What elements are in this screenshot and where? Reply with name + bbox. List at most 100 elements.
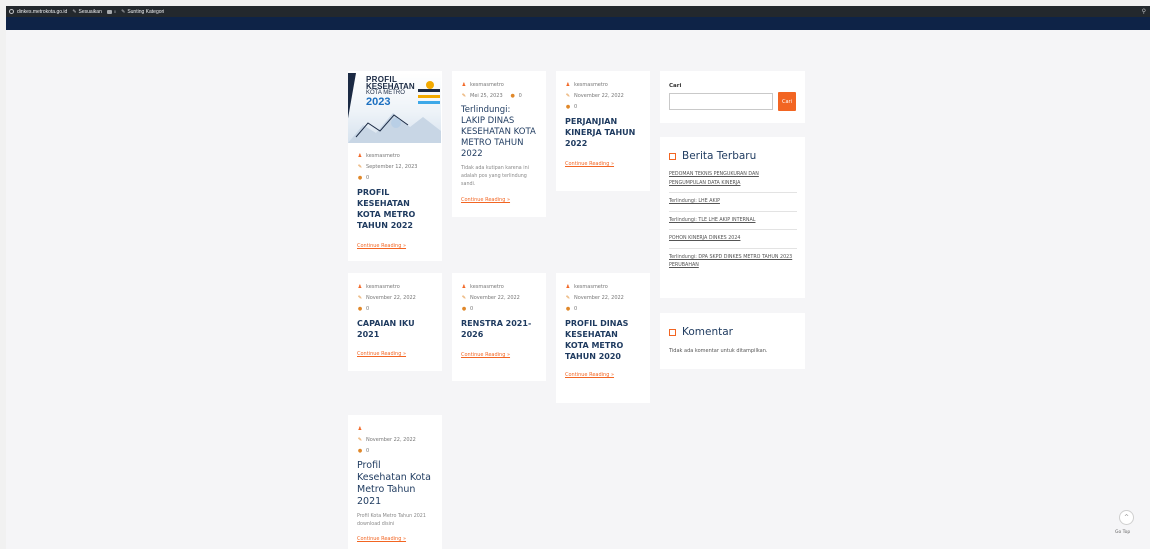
recent-post-link[interactable]: POHON KINERJA DINKES 2024: [669, 235, 797, 244]
continue-reading-link[interactable]: Continue Reading »: [357, 243, 433, 249]
post-title[interactable]: PERJANJIAN KINERJA TAHUN 2022: [565, 116, 641, 149]
divider: [669, 247, 797, 249]
chevron-up-icon: ^: [1123, 514, 1130, 521]
pencil-icon: ✎: [565, 93, 571, 99]
pencil-icon: ✎: [565, 295, 571, 301]
comment-count[interactable]: 0: [366, 304, 369, 315]
post-date: ✎ November 22, 2022: [357, 293, 433, 304]
post-card: ♟ kesmasmetro ✎ November 22, 2022 ● 0 CAPAI…: [348, 273, 442, 371]
continue-reading-link[interactable]: Continue Reading »: [357, 536, 433, 542]
user-icon: ♟: [461, 82, 467, 88]
search-widget: Cari Cari: [660, 71, 805, 123]
author-name[interactable]: kesmasmetro: [366, 282, 400, 293]
author-name[interactable]: kesmasmetro: [366, 151, 400, 162]
admin-customize-link[interactable]: ✎ Sesuaikan: [72, 9, 102, 15]
post-comments: ● 0: [565, 304, 641, 315]
admin-site-link[interactable]: dinkes.metrokota.go.id: [9, 9, 67, 15]
search-input[interactable]: [669, 93, 773, 110]
recent-post-link[interactable]: Terlindungi: TLE LHE AKIP INTERNAL: [669, 217, 797, 226]
post-author: ♟ kesmasmetro: [565, 282, 641, 293]
comment-icon: ●: [357, 448, 363, 454]
user-icon: ♟: [357, 426, 363, 432]
continue-reading-link[interactable]: Continue Reading »: [357, 351, 433, 357]
comment-count[interactable]: 0: [574, 304, 577, 315]
post-author: ♟ kesmasmetro: [461, 80, 537, 91]
post-author: ♟ kesmasmetro: [357, 282, 433, 293]
post-card: ♟ kesmasmetro ✎ November 22, 2022 ● 0 PROFI…: [556, 273, 650, 403]
search-button[interactable]: Cari: [778, 92, 796, 111]
comment-count[interactable]: 0: [366, 446, 369, 457]
post-card: ♟ kesmasmetro ✎ Mei 25, 2023 ● 0 Terlindung…: [452, 71, 546, 217]
post-date: ✎ November 22, 2022: [565, 293, 641, 304]
post-author: ♟ kesmasmetro: [461, 282, 537, 293]
site-header-bar: [6, 17, 1150, 30]
continue-reading-link[interactable]: Continue Reading »: [565, 372, 641, 378]
date-text[interactable]: November 22, 2022: [366, 435, 416, 446]
recent-posts-title: Berita Terbaru: [682, 150, 757, 162]
comment-icon: ●: [461, 306, 467, 312]
comment-count[interactable]: 0: [470, 304, 473, 315]
post-title[interactable]: RENSTRA 2021-2026: [461, 318, 537, 340]
post-card: ♟ kesmasmetro ✎ November 22, 2022 ● 0 RENST…: [452, 273, 546, 381]
comment-bubble-icon: [106, 9, 112, 14]
continue-reading-link[interactable]: Continue Reading »: [565, 161, 641, 167]
recent-post-link[interactable]: Terlindungi: DPA SKPD DINKES METRO TAHUN…: [669, 254, 797, 271]
author-name[interactable]: kesmasmetro: [574, 80, 608, 91]
search-label: Cari: [669, 83, 682, 89]
search-icon[interactable]: ⚲: [1142, 8, 1146, 15]
comment-icon: ●: [510, 93, 515, 99]
post-thumbnail[interactable]: PROFIL KESEHATAN KOTA METRO 2023: [348, 73, 441, 143]
square-bullet-icon: [669, 152, 676, 160]
post-excerpt: Profil Kota Metro Tahun 2021 download di…: [357, 514, 426, 527]
post-comments: ● 0: [357, 173, 433, 184]
widget-heading: Komentar: [669, 326, 733, 338]
comment-count[interactable]: 0: [366, 173, 369, 184]
date-text[interactable]: Mei 25, 2023: [470, 91, 503, 102]
post-author: ♟ kesmasmetro: [357, 151, 433, 162]
user-icon: ♟: [357, 153, 363, 159]
date-text[interactable]: November 22, 2022: [574, 91, 624, 102]
post-author: ♟: [357, 424, 433, 435]
go-top-button[interactable]: ^: [1119, 510, 1134, 525]
widget-heading: Berita Terbaru: [669, 150, 756, 162]
recent-post-link[interactable]: PEDOMAN TEKNIS PENGUKURAN DAN PENGUMPULA…: [669, 171, 797, 188]
post-title[interactable]: CAPAIAN IKU 2021: [357, 318, 433, 340]
post-card: ♟ ✎ November 22, 2022 ● 0 Profil Kesehatan…: [348, 415, 442, 549]
home-icon: [9, 9, 14, 14]
admin-comments-count: 0: [113, 9, 117, 14]
post-date: ✎ September 12, 2023: [357, 162, 433, 173]
pencil-icon: ✎: [121, 8, 126, 15]
comment-count[interactable]: 0: [574, 102, 577, 113]
post-title[interactable]: PROFIL DINAS KESEHATAN KOTA METRO TAHUN …: [565, 318, 641, 362]
recent-post-link[interactable]: Terlindungi: LHE AKIP: [669, 198, 797, 207]
go-top-label: Go Top: [1115, 530, 1131, 535]
divider: [669, 229, 797, 230]
post-title[interactable]: Terlindungi: LAKIP DINAS KESEHATAN KOTA …: [461, 105, 537, 160]
admin-bar: dinkes.metrokota.go.id ✎ Sesuaikan 0 ✎ S…: [6, 6, 1150, 17]
post-date: ✎ November 22, 2022: [357, 435, 433, 446]
continue-reading-link[interactable]: Continue Reading »: [461, 352, 537, 358]
user-icon: ♟: [565, 284, 571, 290]
continue-reading-link[interactable]: Continue Reading »: [461, 197, 537, 203]
date-text[interactable]: November 22, 2022: [366, 293, 416, 304]
author-name[interactable]: kesmasmetro: [470, 282, 504, 293]
date-text[interactable]: November 22, 2022: [470, 293, 520, 304]
post-date: ✎ Mei 25, 2023: [461, 91, 503, 102]
post-title[interactable]: PROFIL KESEHATAN KOTA METRO TAHUN 2022: [357, 187, 433, 231]
date-text[interactable]: September 12, 2023: [366, 162, 418, 173]
comment-count[interactable]: 0: [519, 91, 522, 102]
pencil-icon: ✎: [357, 437, 363, 443]
pencil-icon: ✎: [461, 295, 467, 301]
recent-posts-widget: Berita Terbaru PEDOMAN TEKNIS PENGUKURAN…: [660, 137, 805, 298]
admin-comments-link[interactable]: 0: [106, 9, 117, 14]
post-title[interactable]: Profil Kesehatan Kota Metro Tahun 2021: [357, 460, 433, 508]
user-icon: ♟: [357, 284, 363, 290]
author-name[interactable]: kesmasmetro: [574, 282, 608, 293]
comments-widget: Komentar Tidak ada komentar untuk ditamp…: [660, 313, 805, 369]
date-text[interactable]: November 22, 2022: [574, 293, 624, 304]
comment-icon: ●: [565, 306, 571, 312]
author-name[interactable]: kesmasmetro: [470, 80, 504, 91]
comment-icon: ●: [357, 306, 363, 312]
admin-edit-category-link[interactable]: ✎ Sunting Kategori: [121, 9, 164, 15]
comment-icon: ●: [565, 104, 571, 110]
